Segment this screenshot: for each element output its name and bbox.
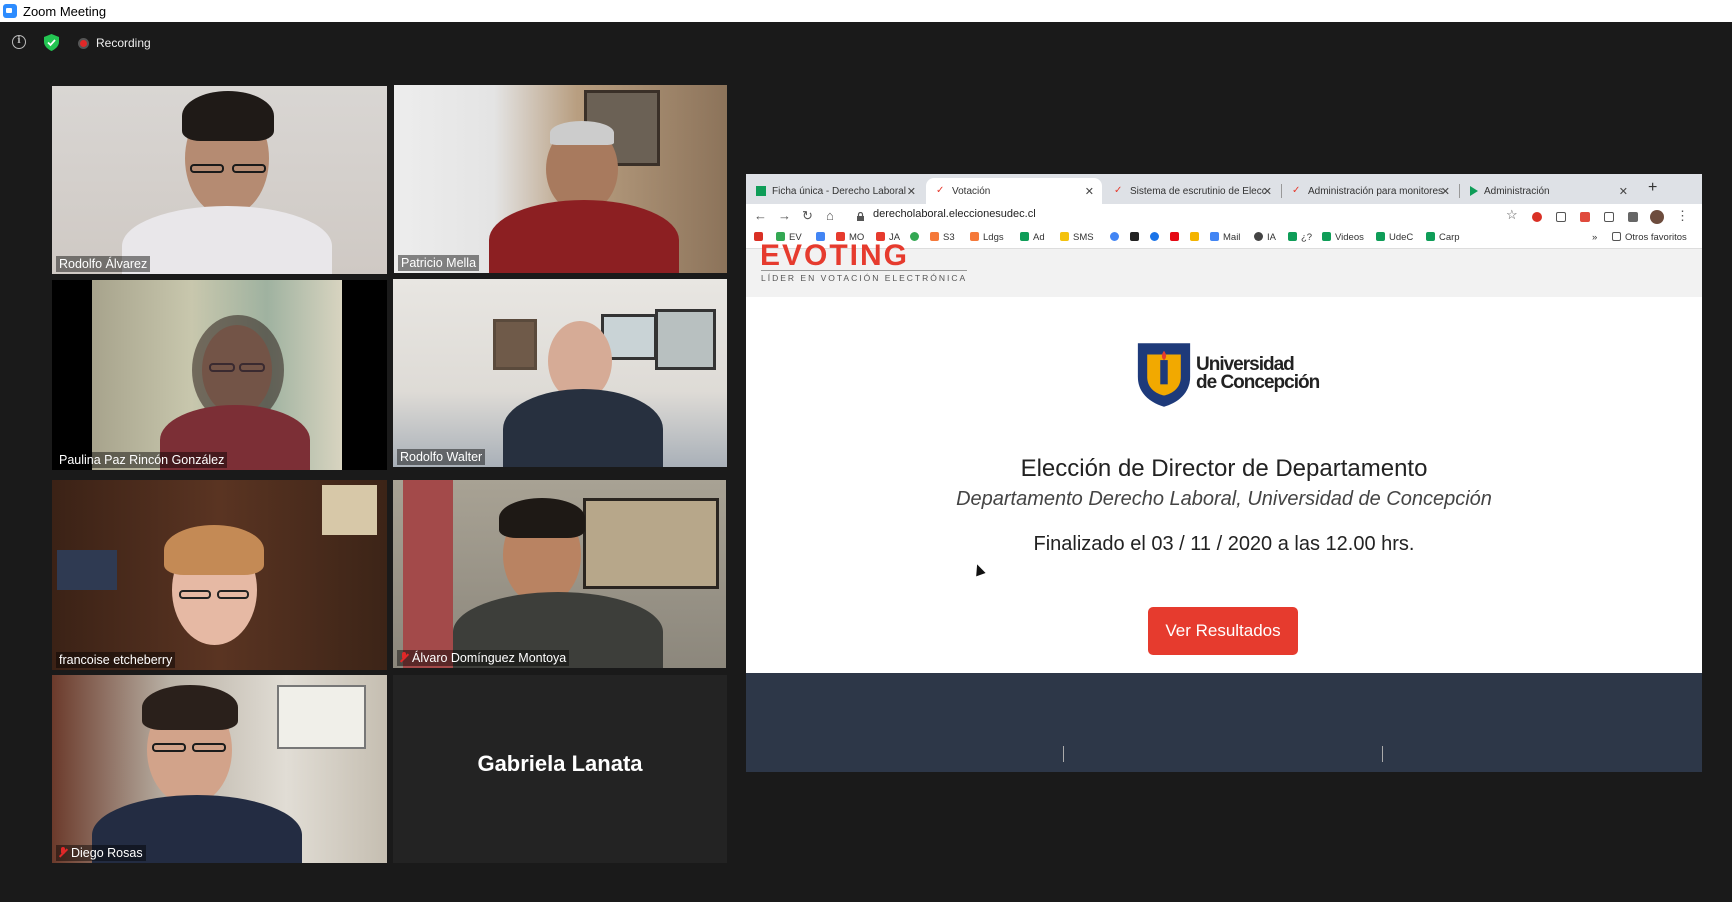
bookmark-item[interactable] — [1170, 232, 1183, 243]
video-tile[interactable]: francoise etcheberry — [52, 480, 387, 670]
bookmark-star-icon[interactable]: ☆ — [1506, 207, 1518, 223]
voting-icon: ✓ — [1292, 185, 1301, 196]
video-tile[interactable]: Rodolfo Álvarez — [52, 86, 387, 274]
puzzle-icon[interactable] — [1628, 212, 1638, 222]
browser-toolbar: ← → ↻ ⌂ derecholaboral.eleccionesudec.cl… — [746, 204, 1702, 228]
bookmark-item[interactable]: S3 — [930, 232, 955, 243]
bookmark-item[interactable]: Carp — [1426, 232, 1460, 243]
mic-muted-icon — [400, 652, 408, 663]
election-subtitle: Departamento Derecho Laboral, Universida… — [956, 488, 1492, 510]
voting-icon: ✓ — [1114, 185, 1123, 196]
video-tile[interactable]: Rodolfo Walter — [393, 279, 727, 467]
browser-tab[interactable]: ✓ Sistema de escrutinio de Elecc ✕ — [1104, 178, 1280, 204]
recording-label[interactable]: Recording — [96, 36, 151, 50]
bookmark-item[interactable]: Videos — [1322, 232, 1364, 243]
participant-name: Paulina Paz Rincón González — [56, 452, 228, 468]
bookmark-item[interactable]: SMS — [1060, 232, 1094, 243]
avatar[interactable] — [1650, 210, 1664, 224]
browser-tab-strip: Ficha única - Derecho Laboral ✕ ✓ Votació… — [746, 174, 1702, 204]
footer-divider — [1382, 746, 1383, 762]
meeting-info-icon[interactable]: i — [12, 35, 26, 49]
voting-icon: ✓ — [936, 185, 945, 196]
participant-name-text: Diego Rosas — [71, 846, 143, 860]
bookmark-item[interactable] — [1110, 232, 1123, 243]
video-tile[interactable]: Álvaro Domínguez Montoya — [393, 480, 726, 668]
election-finished-text: Finalizado el 03 / 11 / 2020 a las 12.00… — [1033, 533, 1415, 555]
footer-divider — [1063, 746, 1064, 762]
site-header: EVOTING LÍDER EN VOTACIÓN ELECTRÓNICA — [746, 239, 1702, 297]
extension-icon[interactable] — [1532, 212, 1542, 222]
sheets-icon — [756, 186, 766, 196]
site-footer — [746, 673, 1702, 772]
extension-icon[interactable] — [1580, 212, 1590, 222]
more-bookmarks-icon[interactable]: » — [1592, 232, 1597, 243]
back-icon[interactable]: ← — [754, 208, 767, 223]
election-title: Elección de Director de Departamento — [1020, 455, 1428, 482]
web-page: EVOTING LÍDER EN VOTACIÓN ELECTRÓNICA Un… — [746, 239, 1702, 772]
browser-tab-active[interactable]: ✓ Votación ✕ — [926, 178, 1102, 204]
forward-icon[interactable]: → — [778, 208, 791, 223]
mouse-cursor-icon — [972, 562, 986, 577]
zoom-app-icon — [3, 4, 17, 18]
participant-name: Patricio Mella — [398, 255, 480, 271]
close-tab-icon[interactable]: ✕ — [1441, 185, 1450, 198]
bookmark-item[interactable] — [1150, 232, 1163, 243]
bookmark-item[interactable] — [1190, 232, 1203, 243]
video-tile[interactable]: Diego Rosas — [52, 675, 387, 863]
bookmark-item[interactable]: ¿? — [1288, 232, 1312, 243]
screen-share[interactable]: Ficha única - Derecho Laboral ✕ ✓ Votació… — [746, 174, 1702, 772]
participant-name: Álvaro Domínguez Montoya — [397, 650, 570, 666]
window-title-bar: Zoom Meeting — [0, 0, 1732, 22]
browser-tab[interactable]: ✓ Administración para monitores ✕ — [1282, 178, 1458, 204]
university-name: Universidad de Concepción — [1196, 354, 1320, 393]
participant-name: Rodolfo Walter — [397, 449, 486, 465]
bookmark-item[interactable]: UdeC — [1376, 232, 1413, 243]
menu-icon[interactable]: ⋮ — [1676, 208, 1689, 224]
participant-name-large: Gabriela Lanata — [477, 751, 643, 776]
other-bookmarks[interactable]: Otros favoritos — [1612, 232, 1687, 243]
close-tab-icon[interactable]: ✕ — [1263, 185, 1272, 198]
participant-name-text: Álvaro Domínguez Montoya — [412, 651, 567, 665]
bookmark-item[interactable]: IA — [1254, 232, 1276, 243]
encryption-shield-icon[interactable] — [44, 34, 59, 51]
extension-icon[interactable] — [1556, 212, 1566, 222]
video-tile[interactable]: Patricio Mella — [394, 85, 727, 273]
window-title: Zoom Meeting — [23, 4, 107, 19]
reload-icon[interactable]: ↻ — [802, 208, 813, 224]
play-icon — [1470, 186, 1478, 196]
participant-name: Diego Rosas — [56, 845, 146, 861]
video-tile-no-video[interactable]: Gabriela Lanata — [393, 675, 727, 863]
browser-tab[interactable]: Administración ✕ — [1460, 178, 1636, 204]
bookmark-item[interactable] — [1130, 232, 1143, 243]
close-tab-icon[interactable]: ✕ — [1085, 185, 1094, 198]
home-icon[interactable]: ⌂ — [826, 208, 834, 223]
bookmark-item[interactable] — [910, 232, 923, 243]
new-tab-icon[interactable]: + — [1648, 179, 1657, 197]
site-tagline: LÍDER EN VOTACIÓN ELECTRÓNICA — [761, 270, 968, 283]
site-logo[interactable]: EVOTING — [760, 239, 909, 273]
bookmark-item[interactable]: Ad — [1020, 232, 1045, 243]
close-tab-icon[interactable]: ✕ — [907, 185, 916, 198]
close-tab-icon[interactable]: ✕ — [1619, 185, 1628, 198]
folder-icon — [1612, 232, 1621, 241]
view-results-button[interactable]: Ver Resultados — [1148, 607, 1298, 655]
university-crest-icon — [1137, 343, 1191, 407]
bookmark-item[interactable]: Mail — [1210, 232, 1240, 243]
lock-icon[interactable] — [857, 212, 864, 221]
extension-icon[interactable] — [1604, 212, 1614, 222]
browser-tab[interactable]: Ficha única - Derecho Laboral ✕ — [746, 178, 924, 204]
address-bar[interactable]: derecholaboral.eleccionesudec.cl — [873, 208, 1036, 220]
video-tile[interactable]: Paulina Paz Rincón González — [52, 280, 387, 470]
recording-icon — [78, 38, 89, 49]
participant-name: francoise etcheberry — [56, 652, 176, 668]
participant-name: Rodolfo Álvarez — [56, 256, 151, 272]
bookmark-item[interactable]: Ldgs — [970, 232, 1004, 243]
mic-muted-icon — [59, 847, 67, 858]
